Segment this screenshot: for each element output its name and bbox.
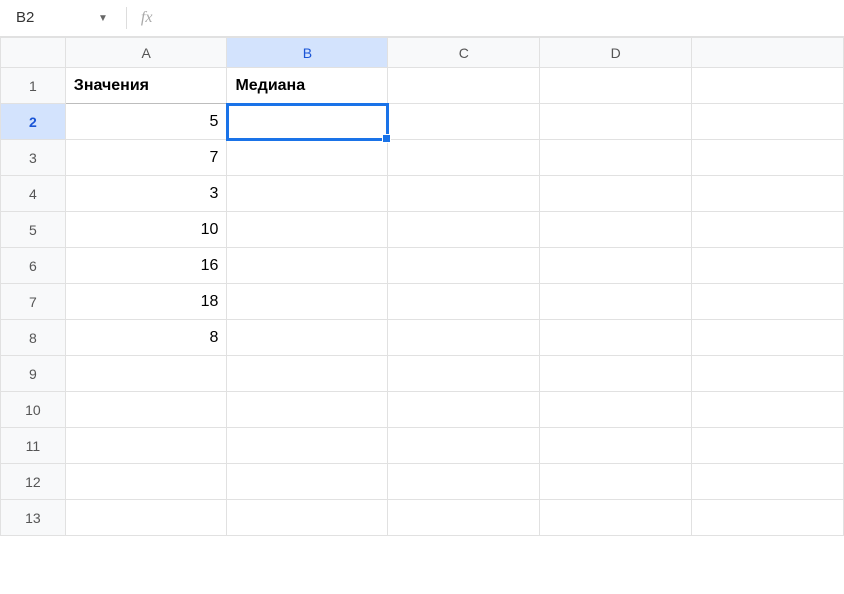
cell-E2[interactable] — [692, 104, 844, 140]
cell-C9[interactable] — [388, 356, 540, 392]
divider — [126, 7, 127, 29]
cell-D11[interactable] — [540, 428, 692, 464]
cell-B4[interactable] — [227, 176, 388, 212]
cell-B3[interactable] — [227, 140, 388, 176]
cell-C7[interactable] — [388, 284, 540, 320]
cell-C3[interactable] — [388, 140, 540, 176]
row-header-2[interactable]: 2 — [1, 104, 66, 140]
cell-A1[interactable]: Значения — [65, 68, 227, 104]
cell-E5[interactable] — [692, 212, 844, 248]
cell-C2[interactable] — [388, 104, 540, 140]
cell-A12[interactable] — [65, 464, 227, 500]
cell-B12[interactable] — [227, 464, 388, 500]
row-header-12[interactable]: 12 — [1, 464, 66, 500]
cell-D1[interactable] — [540, 68, 692, 104]
cell-A5[interactable]: 10 — [65, 212, 227, 248]
cell-E1[interactable] — [692, 68, 844, 104]
cell-C8[interactable] — [388, 320, 540, 356]
cell-C5[interactable] — [388, 212, 540, 248]
cell-C13[interactable] — [388, 500, 540, 536]
cell-D8[interactable] — [540, 320, 692, 356]
cell-B9[interactable] — [227, 356, 388, 392]
cell-B2[interactable] — [227, 104, 388, 140]
cell-A3[interactable]: 7 — [65, 140, 227, 176]
cell-E3[interactable] — [692, 140, 844, 176]
cell-E8[interactable] — [692, 320, 844, 356]
cell-A6[interactable]: 16 — [65, 248, 227, 284]
cell-E11[interactable] — [692, 428, 844, 464]
column-header-C[interactable]: C — [388, 38, 540, 68]
cell-A10[interactable] — [65, 392, 227, 428]
cell-B1[interactable]: Медиана — [227, 68, 388, 104]
formula-input[interactable] — [160, 4, 836, 32]
cell-D6[interactable] — [540, 248, 692, 284]
column-header-A[interactable]: A — [65, 38, 227, 68]
column-header-extra[interactable] — [692, 38, 844, 68]
select-all-corner[interactable] — [1, 38, 66, 68]
cell-A9[interactable] — [65, 356, 227, 392]
cell-D3[interactable] — [540, 140, 692, 176]
cell-D5[interactable] — [540, 212, 692, 248]
cell-A7[interactable]: 18 — [65, 284, 227, 320]
cell-E13[interactable] — [692, 500, 844, 536]
row-header-8[interactable]: 8 — [1, 320, 66, 356]
cell-A4[interactable]: 3 — [65, 176, 227, 212]
column-header-B[interactable]: B — [227, 38, 388, 68]
cell-E6[interactable] — [692, 248, 844, 284]
cell-D9[interactable] — [540, 356, 692, 392]
cell-E12[interactable] — [692, 464, 844, 500]
cell-E9[interactable] — [692, 356, 844, 392]
cell-B10[interactable] — [227, 392, 388, 428]
cell-D4[interactable] — [540, 176, 692, 212]
column-header-D[interactable]: D — [540, 38, 692, 68]
cell-C12[interactable] — [388, 464, 540, 500]
row-header-11[interactable]: 11 — [1, 428, 66, 464]
name-box-dropdown-icon[interactable]: ▼ — [98, 11, 108, 24]
row-header-9[interactable]: 9 — [1, 356, 66, 392]
row-header-1[interactable]: 1 — [1, 68, 66, 104]
spreadsheet-grid[interactable]: ABCD1ЗначенияМедиана25374351061671888910… — [0, 36, 844, 536]
row-header-7[interactable]: 7 — [1, 284, 66, 320]
cell-D2[interactable] — [540, 104, 692, 140]
cell-B6[interactable] — [227, 248, 388, 284]
cell-D13[interactable] — [540, 500, 692, 536]
cell-B8[interactable] — [227, 320, 388, 356]
cell-D10[interactable] — [540, 392, 692, 428]
row-header-13[interactable]: 13 — [1, 500, 66, 536]
fx-icon: fx — [141, 9, 153, 27]
cell-B13[interactable] — [227, 500, 388, 536]
row-header-10[interactable]: 10 — [1, 392, 66, 428]
cell-B11[interactable] — [227, 428, 388, 464]
row-header-5[interactable]: 5 — [1, 212, 66, 248]
cell-E7[interactable] — [692, 284, 844, 320]
cell-C4[interactable] — [388, 176, 540, 212]
cell-C6[interactable] — [388, 248, 540, 284]
cell-E10[interactable] — [692, 392, 844, 428]
cell-D7[interactable] — [540, 284, 692, 320]
cell-C10[interactable] — [388, 392, 540, 428]
row-header-6[interactable]: 6 — [1, 248, 66, 284]
cell-A13[interactable] — [65, 500, 227, 536]
cell-D12[interactable] — [540, 464, 692, 500]
cell-B7[interactable] — [227, 284, 388, 320]
cell-B5[interactable] — [227, 212, 388, 248]
cell-E4[interactable] — [692, 176, 844, 212]
cell-A11[interactable] — [65, 428, 227, 464]
cell-C11[interactable] — [388, 428, 540, 464]
cell-C1[interactable] — [388, 68, 540, 104]
row-header-3[interactable]: 3 — [1, 140, 66, 176]
name-box[interactable] — [8, 4, 98, 32]
cell-A2[interactable]: 5 — [65, 104, 227, 140]
cell-A8[interactable]: 8 — [65, 320, 227, 356]
row-header-4[interactable]: 4 — [1, 176, 66, 212]
formula-bar-row: ▼ fx — [0, 0, 844, 36]
